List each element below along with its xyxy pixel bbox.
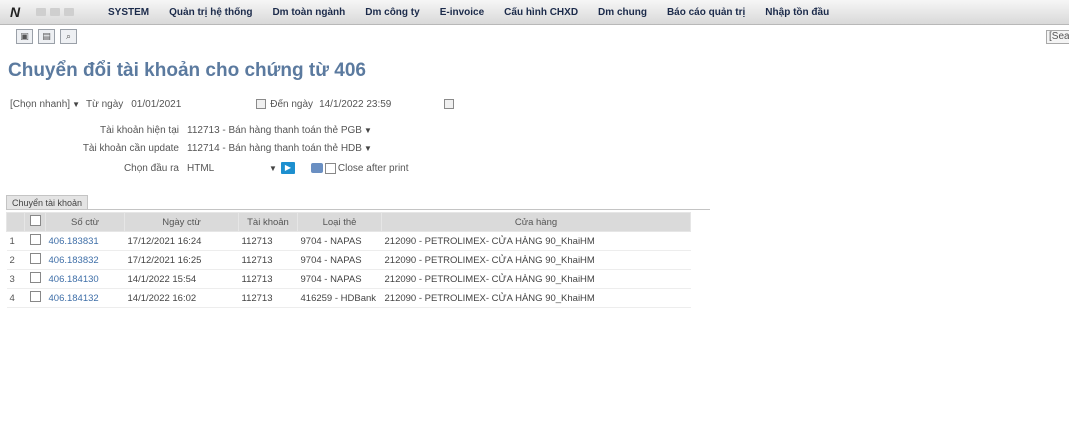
account: 112713 xyxy=(238,288,298,308)
row-index: 1 xyxy=(6,231,25,251)
menu-item-dm-chung[interactable]: Dm chung xyxy=(588,7,657,18)
account: 112713 xyxy=(238,231,298,251)
row-checkbox-cell[interactable] xyxy=(24,288,46,308)
menu-item-dm-toan-nganh[interactable]: Dm toàn ngành xyxy=(262,7,355,18)
output-label: Chọn đầu ra xyxy=(123,162,179,174)
update-account-select[interactable]: 112714 - Bán hàng thanh toán thẻ HDB ▼ xyxy=(187,143,372,154)
row-index: 2 xyxy=(6,250,25,270)
app-logo-icon[interactable]: N xyxy=(0,0,30,24)
top-menu-bar: N SYSTEM Quản trị hệ thống Dm toàn ngành… xyxy=(0,0,1069,25)
table-row[interactable]: 4 406.184132 14/1/2022 16:02 112713 4162… xyxy=(6,288,691,308)
row-index: 4 xyxy=(6,288,25,308)
chevron-down-icon[interactable]: ▼ xyxy=(269,164,277,173)
voucher-date: 17/12/2021 16:25 xyxy=(124,250,239,270)
header-select-all[interactable] xyxy=(24,212,46,232)
voucher-number-link[interactable]: 406.183831 xyxy=(45,231,125,251)
chevron-down-icon: ▼ xyxy=(72,99,80,109)
column-header-so-ctu[interactable]: Số ctừ xyxy=(45,212,125,232)
quick-select-dropdown[interactable]: [Chọn nhanh] ▼ xyxy=(10,99,80,110)
chevron-down-icon: ▼ xyxy=(363,143,372,153)
row-checkbox-cell[interactable] xyxy=(24,231,46,251)
to-date-label: Đến ngày xyxy=(270,98,314,110)
row-checkbox[interactable] xyxy=(29,291,41,302)
voucher-date: 14/1/2022 15:54 xyxy=(124,269,239,289)
close-after-print-label: Close after print xyxy=(337,162,409,174)
voucher-number-link[interactable]: 406.184130 xyxy=(45,269,125,289)
store: 212090 - PETROLIMEX- CỬA HÀNG 90_KhaiHM xyxy=(381,288,691,308)
row-checkbox-cell[interactable] xyxy=(24,250,46,270)
table-row[interactable]: 3 406.184130 14/1/2022 15:54 112713 9704… xyxy=(6,269,691,289)
voucher-date: 17/12/2021 16:24 xyxy=(124,231,239,251)
row-checkbox[interactable] xyxy=(29,253,41,264)
chevron-down-icon: ▼ xyxy=(363,125,372,135)
row-checkbox[interactable] xyxy=(29,272,41,283)
menu-item-dm-cong-ty[interactable]: Dm công ty xyxy=(355,7,429,18)
from-date-label: Từ ngày xyxy=(85,98,124,110)
search-input[interactable]: [Search xyxy=(1046,30,1069,44)
menu-item-e-invoice[interactable]: E-invoice xyxy=(430,7,494,18)
from-date-input[interactable]: 01/01/2021 xyxy=(131,99,256,110)
column-header-loai-the[interactable]: Loại thẻ xyxy=(297,212,382,232)
row-checkbox[interactable] xyxy=(29,234,41,245)
column-header-cua-hang[interactable]: Cửa hàng xyxy=(381,212,691,232)
to-date-input[interactable]: 14/1/2022 23:59 xyxy=(319,99,444,110)
row-checkbox-cell[interactable] xyxy=(24,269,46,289)
table-row[interactable]: 1 406.183831 17/12/2021 16:24 112713 970… xyxy=(6,231,691,251)
printer-icon[interactable] xyxy=(310,163,323,173)
card-type: 416259 - HDBank xyxy=(297,288,382,308)
card-type: 9704 - NAPAS xyxy=(297,231,382,251)
menu-item-bao-cao-quan-tri[interactable]: Báo cáo quản trị xyxy=(657,7,755,18)
menu-item-system[interactable]: SYSTEM xyxy=(108,7,159,18)
voucher-date: 14/1/2022 16:02 xyxy=(124,288,239,308)
account: 112713 xyxy=(238,269,298,289)
tab-divider xyxy=(6,209,710,210)
card-type: 9704 - NAPAS xyxy=(297,269,382,289)
menu-item-nhap-ton-dau[interactable]: Nhập tồn đầu xyxy=(755,7,839,18)
current-account-label: Tài khoản hiện tại xyxy=(100,124,179,136)
update-account-label: Tài khoản cần update xyxy=(82,142,179,154)
calendar-icon[interactable] xyxy=(256,99,267,109)
current-account-select[interactable]: 112713 - Bán hàng thanh toán thẻ PGB ▼ xyxy=(187,125,372,136)
new-document-icon[interactable]: ▣ xyxy=(16,29,33,44)
table-header-row: Số ctừ Ngày ctừ Tài khoản Loại thẻ Cửa h… xyxy=(6,212,691,232)
close-after-print-checkbox[interactable] xyxy=(324,162,336,174)
tab-chuyen-tai-khoan[interactable]: Chuyển tài khoản xyxy=(6,195,89,210)
menu-item-quan-tri-he-thong[interactable]: Quản trị hệ thống xyxy=(159,7,262,18)
output-select[interactable]: HTML xyxy=(187,163,267,174)
search-document-icon[interactable]: ⌕ xyxy=(60,29,77,44)
page-title: Chuyển đổi tài khoản cho chứng từ 406 xyxy=(8,60,366,81)
column-header-tai-khoan[interactable]: Tài khoản xyxy=(238,212,298,232)
voucher-number-link[interactable]: 406.184132 xyxy=(45,288,125,308)
header-index xyxy=(6,212,25,232)
store: 212090 - PETROLIMEX- CỬA HÀNG 90_KhaiHM xyxy=(381,231,691,251)
card-type: 9704 - NAPAS xyxy=(297,250,382,270)
voucher-number-link[interactable]: 406.183832 xyxy=(45,250,125,270)
select-all-checkbox[interactable] xyxy=(29,215,41,226)
results-table: Số ctừ Ngày ctừ Tài khoản Loại thẻ Cửa h… xyxy=(6,212,691,308)
open-document-icon[interactable]: ▤ xyxy=(38,29,55,44)
menu-hidden-items xyxy=(30,8,108,16)
column-header-ngay-ctu[interactable]: Ngày ctừ xyxy=(124,212,239,232)
toolbar: ▣ ▤ ⌕ xyxy=(16,29,77,44)
store: 212090 - PETROLIMEX- CỬA HÀNG 90_KhaiHM xyxy=(381,250,691,270)
menu-item-cau-hinh-chxd[interactable]: Cấu hình CHXD xyxy=(494,7,588,18)
calendar-icon[interactable] xyxy=(444,99,455,109)
table-row[interactable]: 2 406.183832 17/12/2021 16:25 112713 970… xyxy=(6,250,691,270)
account: 112713 xyxy=(238,250,298,270)
store: 212090 - PETROLIMEX- CỬA HÀNG 90_KhaiHM xyxy=(381,269,691,289)
go-button[interactable]: ▶ xyxy=(280,162,295,174)
row-index: 3 xyxy=(6,269,25,289)
